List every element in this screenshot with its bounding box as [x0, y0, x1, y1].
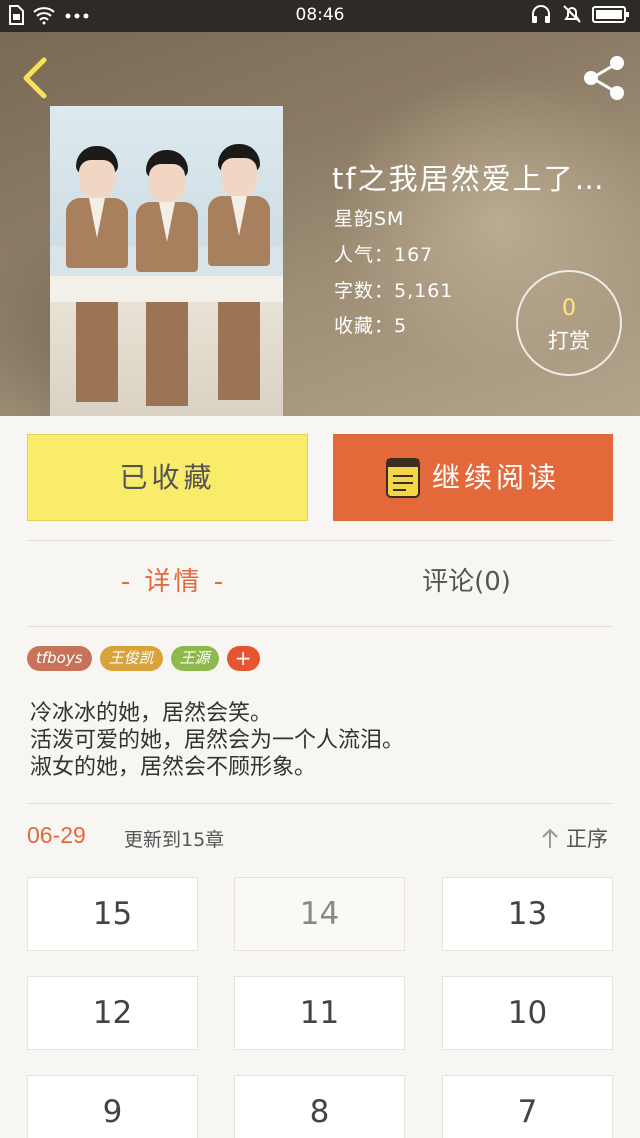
- description-line: 冷冰冰的她，居然会笑。: [30, 701, 273, 726]
- tag-chip[interactable]: 王俊凯: [99, 646, 163, 671]
- book-header: tf之我居然爱上了… 星韵SM 人气：167 字数：5,161 收藏：5 0 打…: [0, 32, 640, 416]
- add-tag-button[interactable]: +: [226, 646, 260, 671]
- book-description: 冷冰冰的她，居然会笑。 活泼可爱的她，居然会为一个人流泪。 淑女的她，居然会不顾…: [30, 700, 610, 781]
- mute-bell-icon: [563, 5, 581, 23]
- reward-button[interactable]: 0 打赏: [516, 270, 622, 376]
- share-button[interactable]: [578, 52, 630, 104]
- divider: [27, 803, 613, 804]
- favorited-button[interactable]: 已收藏: [27, 434, 308, 521]
- tag-chip[interactable]: 王源: [170, 646, 219, 671]
- book-cover-image: [50, 106, 283, 416]
- status-icons-right: [530, 4, 630, 24]
- tab-detail[interactable]: - 详情 -: [27, 560, 320, 604]
- headphones-icon: [532, 5, 550, 23]
- description-line: 淑女的她，居然会不顾形象。: [30, 755, 317, 780]
- plus-icon: +: [234, 646, 252, 670]
- chapter-button[interactable]: 9: [27, 1075, 198, 1138]
- sort-order-button[interactable]: 正序: [540, 823, 608, 853]
- update-status: 更新到15章: [124, 829, 225, 851]
- book-favorites: 收藏：5: [334, 315, 408, 337]
- book-title: tf之我居然爱上了…: [332, 162, 606, 196]
- chapter-button[interactable]: 12: [27, 976, 198, 1050]
- book-word-count: 字数：5,161: [334, 280, 454, 302]
- chevron-left-icon: [23, 57, 47, 99]
- chapter-button[interactable]: 15: [27, 877, 198, 951]
- update-date: 06-29: [27, 822, 86, 848]
- chapter-button[interactable]: 7: [442, 1075, 613, 1138]
- divider: [27, 626, 613, 627]
- status-bar: 08:46: [0, 0, 640, 32]
- tab-comments[interactable]: 评论(0): [320, 560, 613, 604]
- continue-reading-label: 继续阅读: [431, 461, 560, 494]
- book-popularity: 人气：167: [334, 244, 434, 266]
- tag-chip[interactable]: tfboys: [27, 646, 92, 671]
- battery-icon: [592, 6, 629, 23]
- arrow-up-icon: [542, 828, 558, 848]
- reward-count: 0: [562, 296, 576, 321]
- sort-order-label: 正序: [566, 827, 608, 851]
- divider: [27, 540, 613, 541]
- chapter-button[interactable]: 11: [234, 976, 405, 1050]
- continue-reading-button[interactable]: 继续阅读: [333, 434, 613, 521]
- book-icon: [385, 457, 420, 498]
- chapter-button[interactable]: 13: [442, 877, 613, 951]
- description-line: 活泼可爱的她，居然会为一个人流泪。: [30, 728, 405, 753]
- chapter-button[interactable]: 8: [234, 1075, 405, 1138]
- chapter-button[interactable]: 14: [234, 877, 405, 951]
- share-icon: [584, 56, 624, 100]
- book-author: 星韵SM: [334, 208, 405, 230]
- tag-list: tfboys 王俊凯 王源 +: [27, 646, 260, 671]
- back-button[interactable]: [14, 54, 58, 102]
- chapter-button[interactable]: 10: [442, 976, 613, 1050]
- reward-label: 打赏: [548, 329, 590, 353]
